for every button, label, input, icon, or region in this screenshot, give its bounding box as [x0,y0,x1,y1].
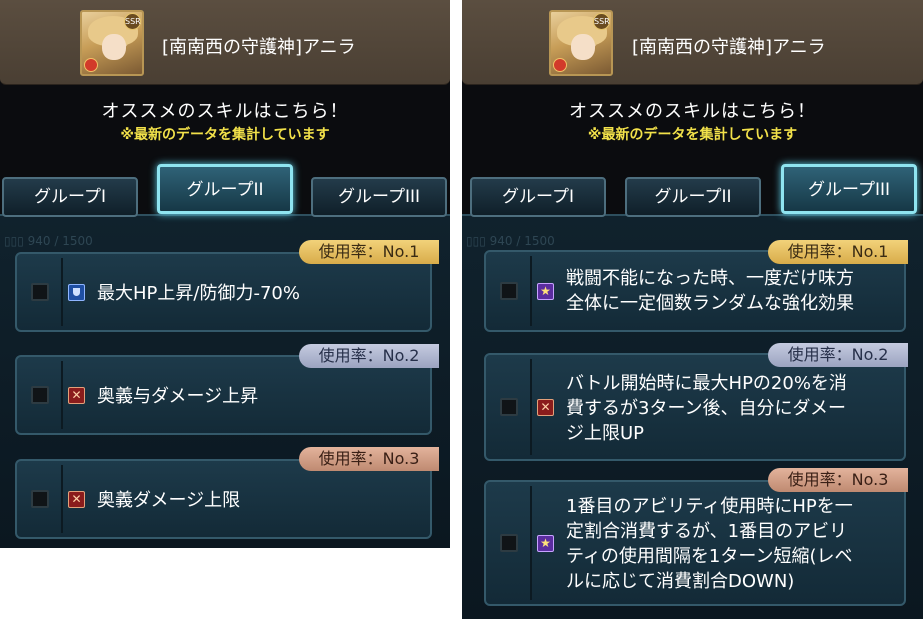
tab-group-1[interactable]: グループI [2,177,138,217]
tab-group-1[interactable]: グループI [470,177,606,217]
ssr-badge-icon: SSR [593,13,610,30]
data-note: ※最新のデータを集計しています [120,127,330,143]
star-icon: ★ [537,283,554,300]
usage-rank-badge: 使用率：No.2 [299,344,439,368]
usage-rank-badge: 使用率：No.1 [768,240,908,264]
usage-rank-badge: 使用率：No.3 [299,447,439,471]
ougi-icon: ✕ [537,399,554,416]
skill-checkbox[interactable] [500,398,518,416]
character-portrait: SSR [80,10,144,76]
ougi-icon: ✕ [68,491,85,508]
skill-card[interactable]: ✕ バトル開始時に最大HPの20%を消 費するが3ターン後、自分にダメー ジ上限… [484,353,906,461]
skill-checkbox[interactable] [31,283,49,301]
background-ghost-text: ▯▯▯ 940 / 1500 [466,234,555,248]
usage-rank-badge: 使用率：No.2 [768,343,908,367]
character-name: [南南西の守護神]アニラ [162,37,356,58]
character-portrait: SSR [549,10,613,76]
tab-group-3[interactable]: グループIII [311,177,447,217]
skill-text: 戦闘不能になった時、一度だけ味方 全体に一定個数ランダムな強化効果 [566,268,854,314]
skill-text: 奥義ダメージ上限 [97,490,241,511]
fire-element-icon [84,58,98,72]
character-name: [南南西の守護神]アニラ [632,37,826,58]
skill-panel-group-2: SSR [南南西の守護神]アニラ オススメのスキルはこちら！ ※最新のデータを集… [0,0,450,548]
skill-card[interactable]: ✕ 奥義ダメージ上限 [15,459,432,539]
skill-checkbox[interactable] [500,282,518,300]
skill-card[interactable]: 最大HP上昇/防御力-70% [15,252,432,332]
skill-text: 1番目のアビリティ使用時にHPを一 定割合消費するが、1番目のアビリ ティの使用… [566,496,853,592]
skill-card[interactable]: ★ 1番目のアビリティ使用時にHPを一 定割合消費するが、1番目のアビリ ティの… [484,480,906,606]
shield-icon [68,284,85,301]
character-header: SSR [南南西の守護神]アニラ [0,0,450,85]
skill-panel-group-3: SSR [南南西の守護神]アニラ オススメのスキルはこちら！ ※最新のデータを集… [462,0,923,619]
tab-group-3[interactable]: グループIII [781,164,917,214]
tab-group-2[interactable]: グループII [157,164,293,214]
recommend-heading: オススメのスキルはこちら！ [101,101,349,122]
ssr-badge-icon: SSR [124,13,141,30]
skill-checkbox[interactable] [500,534,518,552]
background-ghost-text: ▯▯▯ 940 / 1500 [4,234,93,248]
star-icon: ★ [537,535,554,552]
usage-rank-badge: 使用率：No.3 [768,468,908,492]
tab-group-2[interactable]: グループII [625,177,761,217]
data-note: ※最新のデータを集計しています [587,127,798,143]
recommend-heading: オススメのスキルはこちら！ [569,101,816,122]
skill-text: 最大HP上昇/防御力-70% [97,283,300,304]
ougi-icon: ✕ [68,387,85,404]
skill-checkbox[interactable] [31,490,49,508]
character-header: SSR [南南西の守護神]アニラ [462,0,923,85]
usage-rank-badge: 使用率：No.1 [299,240,439,264]
skill-text: 奥義与ダメージ上昇 [97,386,259,407]
fire-element-icon [553,58,567,72]
skill-checkbox[interactable] [31,386,49,404]
skill-text: バトル開始時に最大HPの20%を消 費するが3ターン後、自分にダメー ジ上限UP [566,373,847,444]
